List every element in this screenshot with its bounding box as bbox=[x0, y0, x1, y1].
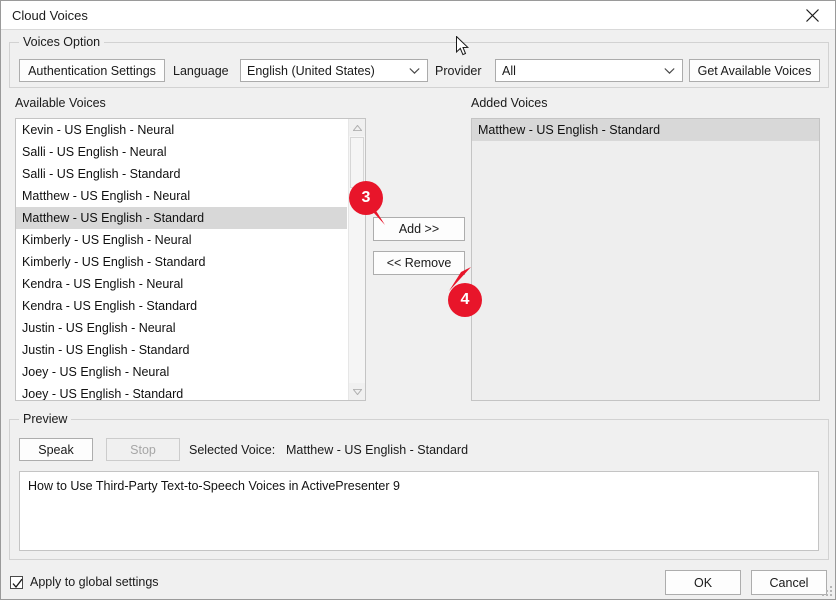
available-voices-list[interactable]: Kevin - US English - Neural Salli - US En… bbox=[15, 118, 366, 401]
callout-badge-4: 4 bbox=[448, 283, 482, 317]
check-icon bbox=[12, 578, 23, 588]
chevron-down-icon bbox=[664, 67, 675, 74]
provider-label: Provider bbox=[435, 64, 482, 78]
list-item[interactable]: Justin - US English - Standard bbox=[16, 339, 347, 361]
provider-select-value: All bbox=[502, 63, 516, 78]
list-item[interactable]: Kevin - US English - Neural bbox=[16, 119, 347, 141]
language-select[interactable]: English (United States) bbox=[240, 59, 428, 82]
list-item[interactable]: Matthew - US English - Standard bbox=[472, 119, 819, 141]
available-voices-label: Available Voices bbox=[15, 96, 106, 110]
apply-to-global-settings-checkbox[interactable]: Apply to global settings bbox=[10, 575, 159, 589]
list-item[interactable]: Salli - US English - Neural bbox=[16, 141, 347, 163]
voices-option-legend: Voices Option bbox=[19, 35, 105, 49]
list-item[interactable]: Salli - US English - Standard bbox=[16, 163, 347, 185]
list-item[interactable]: Kimberly - US English - Standard bbox=[16, 251, 347, 273]
close-icon[interactable] bbox=[789, 1, 835, 29]
list-item[interactable]: Justin - US English - Neural bbox=[16, 317, 347, 339]
list-item[interactable]: Kendra - US English - Neural bbox=[16, 273, 347, 295]
list-item[interactable]: Matthew - US English - Neural bbox=[16, 185, 347, 207]
selected-voice-label: Selected Voice: bbox=[189, 443, 276, 457]
language-label: Language bbox=[173, 64, 229, 78]
provider-select[interactable]: All bbox=[495, 59, 683, 82]
scroll-down-icon[interactable] bbox=[349, 383, 365, 400]
get-available-voices-button[interactable]: Get Available Voices bbox=[689, 59, 820, 82]
cloud-voices-dialog: Cloud Voices Voices Option Authenticatio… bbox=[0, 0, 836, 600]
checkbox-box[interactable] bbox=[10, 575, 23, 589]
resize-grip[interactable] bbox=[821, 585, 833, 597]
scroll-up-icon[interactable] bbox=[349, 119, 365, 136]
callout-badge-3: 3 bbox=[349, 181, 383, 215]
added-voices-label: Added Voices bbox=[471, 96, 548, 110]
ok-button[interactable]: OK bbox=[665, 570, 741, 595]
list-item[interactable]: Joey - US English - Standard bbox=[16, 383, 347, 400]
preview-legend: Preview bbox=[19, 412, 72, 426]
preview-text-input[interactable] bbox=[19, 471, 819, 551]
checkbox-label: Apply to global settings bbox=[30, 575, 159, 589]
title-bar: Cloud Voices bbox=[1, 1, 835, 30]
selected-voice-value: Matthew - US English - Standard bbox=[286, 443, 469, 457]
cancel-button[interactable]: Cancel bbox=[751, 570, 827, 595]
window-title: Cloud Voices bbox=[12, 8, 88, 23]
added-voices-list[interactable]: Matthew - US English - Standard bbox=[471, 118, 820, 401]
list-item[interactable]: Kimberly - US English - Neural bbox=[16, 229, 347, 251]
authentication-settings-button[interactable]: Authentication Settings bbox=[19, 59, 165, 82]
available-voices-scrollbar[interactable] bbox=[348, 119, 365, 400]
language-select-value: English (United States) bbox=[247, 63, 375, 78]
stop-button: Stop bbox=[106, 438, 180, 461]
list-item[interactable]: Matthew - US English - Standard bbox=[16, 207, 347, 229]
chevron-down-icon bbox=[409, 67, 420, 74]
list-item[interactable]: Joey - US English - Neural bbox=[16, 361, 347, 383]
list-item[interactable]: Kendra - US English - Standard bbox=[16, 295, 347, 317]
speak-button[interactable]: Speak bbox=[19, 438, 93, 461]
